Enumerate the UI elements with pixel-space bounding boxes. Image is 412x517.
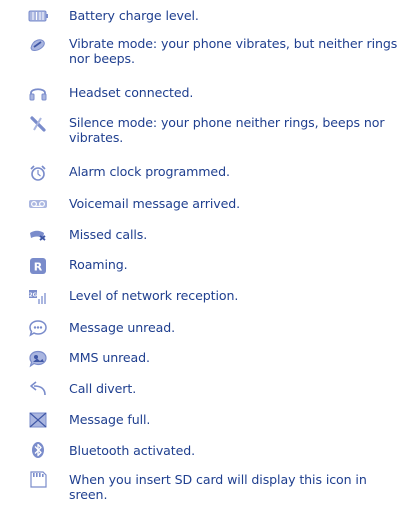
silence-icon bbox=[28, 115, 48, 133]
battery-icon bbox=[28, 7, 48, 25]
item-text: MMS unread. bbox=[69, 350, 150, 365]
item-text: Alarm clock programmed. bbox=[69, 164, 230, 179]
call-divert-icon bbox=[28, 380, 48, 398]
svg-text:2G: 2G bbox=[29, 293, 38, 299]
svg-text:R: R bbox=[34, 261, 43, 274]
missed-call-icon bbox=[28, 226, 48, 244]
message-unread-icon bbox=[28, 319, 48, 337]
item-text: Headset connected. bbox=[69, 85, 194, 100]
item-text: Missed calls. bbox=[69, 227, 148, 242]
roaming-icon: R bbox=[28, 257, 48, 275]
item-text: Roaming. bbox=[69, 257, 128, 272]
message-full-icon bbox=[28, 411, 48, 429]
item-text: Battery charge level. bbox=[69, 8, 199, 23]
mms-unread-icon bbox=[28, 350, 48, 368]
headset-icon bbox=[28, 84, 48, 102]
item-text: Silence mode: your phone neither rings, … bbox=[69, 115, 385, 145]
item-text: When you insert SD card will display thi… bbox=[69, 472, 367, 502]
item-text: Call divert. bbox=[69, 381, 137, 396]
item-text: Message unread. bbox=[69, 320, 176, 335]
voicemail-icon bbox=[28, 195, 48, 213]
alarm-clock-icon bbox=[28, 164, 48, 182]
item-text: Vibrate mode: your phone vibrates, but n… bbox=[69, 36, 398, 66]
signal-strength-icon: 2G bbox=[28, 288, 48, 306]
vibrate-icon bbox=[28, 36, 48, 54]
item-text: Level of network reception. bbox=[69, 288, 239, 303]
item-text: Message full. bbox=[69, 412, 151, 427]
item-text: Voicemail message arrived. bbox=[69, 196, 241, 211]
sd-card-icon bbox=[28, 470, 48, 488]
item-text: Bluetooth activated. bbox=[69, 443, 196, 458]
bluetooth-icon bbox=[28, 441, 48, 459]
